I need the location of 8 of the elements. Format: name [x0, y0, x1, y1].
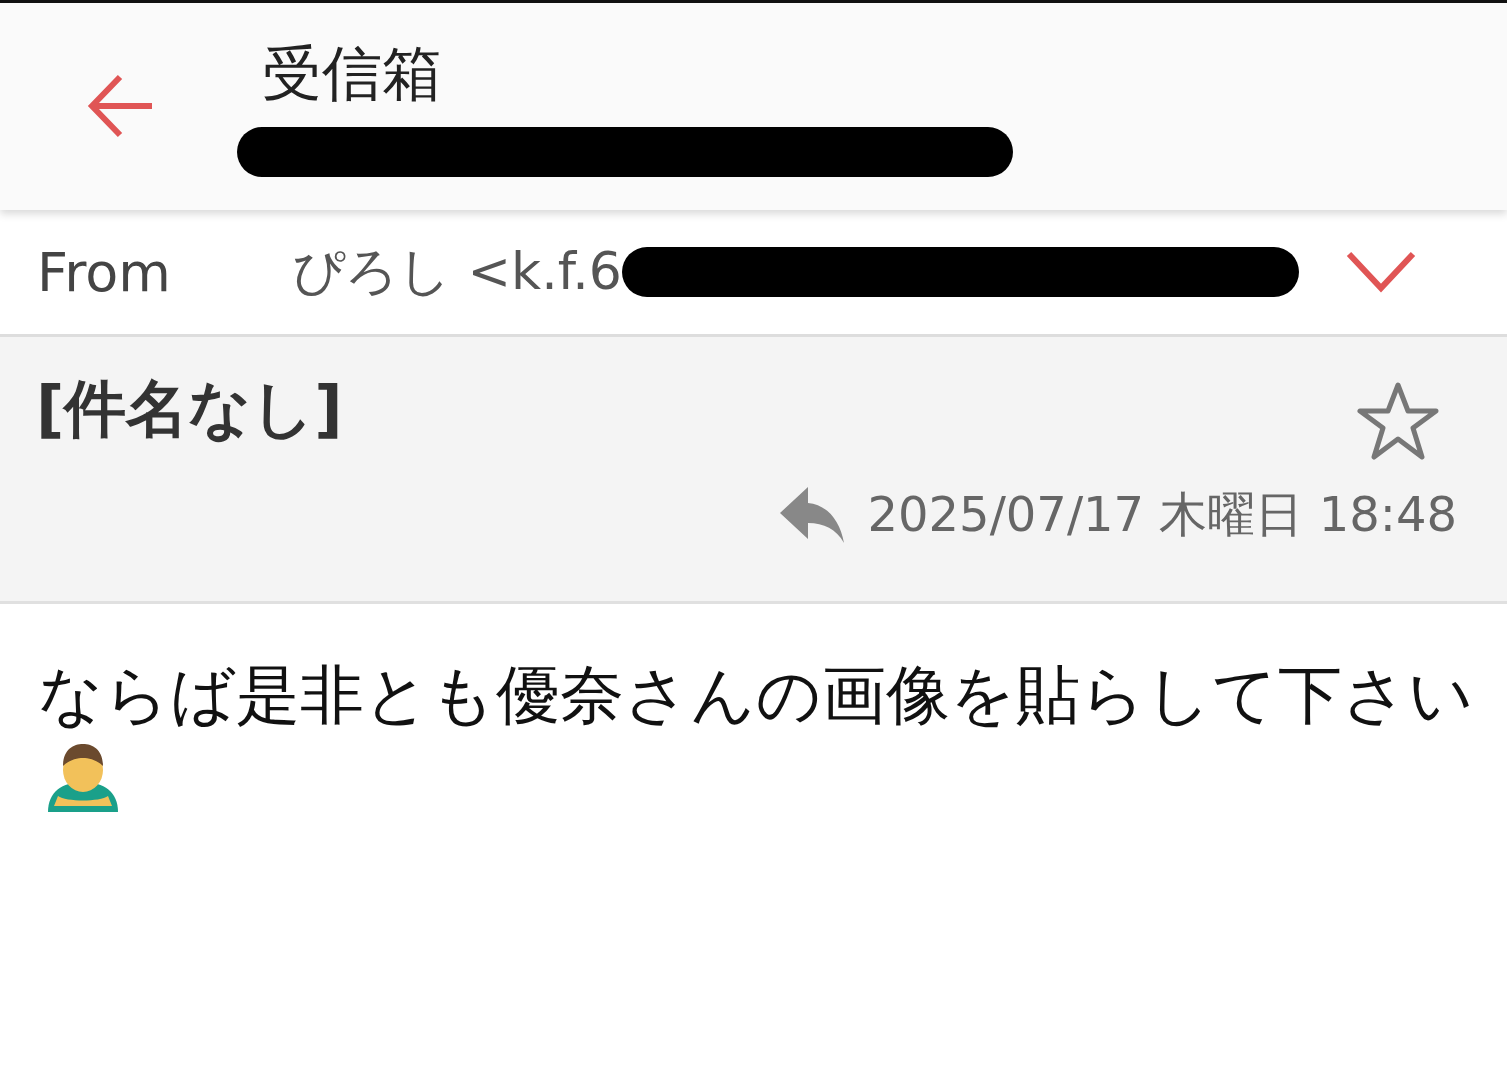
from-label: From: [37, 240, 172, 304]
star-icon[interactable]: [1357, 381, 1439, 461]
message-date: 2025/07/17 木曜日 18:48: [867, 485, 1457, 544]
chevron-icon[interactable]: [1344, 250, 1417, 294]
subject: [件名なし]: [36, 371, 343, 447]
message-body: ならば是非とも優奈さんの画像を貼らして下さい: [38, 658, 1474, 732]
window-title: 受信箱: [262, 37, 443, 110]
sender-address: ぴろし <k.f.6: [292, 240, 622, 303]
